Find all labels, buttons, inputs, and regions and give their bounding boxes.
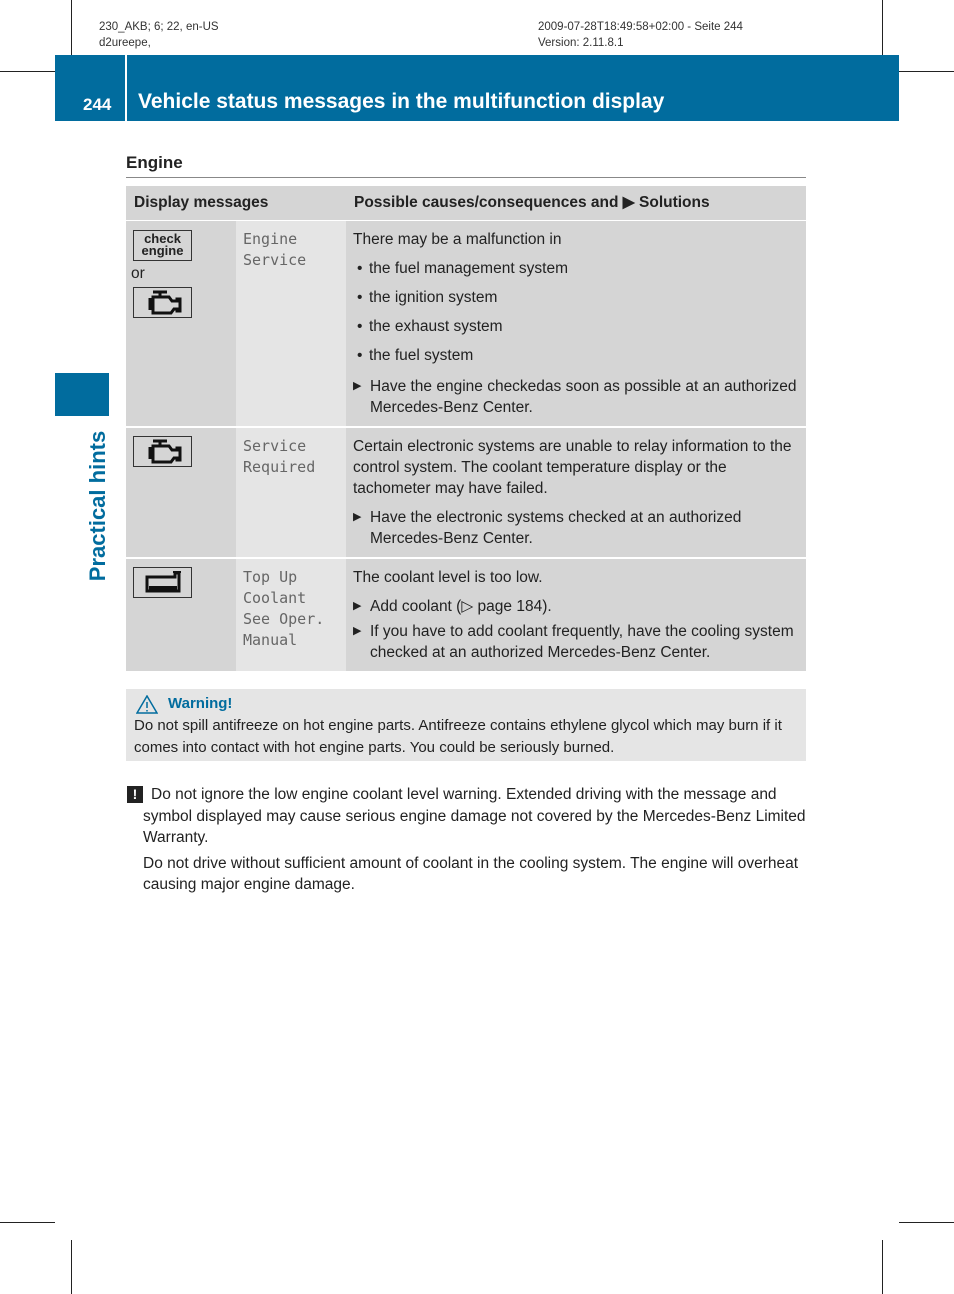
cause-cell: The coolant level is too low. Add coolan… [346,557,806,671]
solution-item: If you have to add coolant frequently, h… [353,621,799,663]
cause-text: The coolant level is too low. [353,568,543,586]
crop-mark [71,0,72,55]
note-paragraph: ! Do not ignore the low engine coolant le… [126,784,816,849]
cause-text: There may be a malfunction in [353,230,562,248]
note-text: Do not ignore the low engine coolant lev… [143,786,806,846]
or-label: or [131,264,145,282]
cause-text: Certain electronic systems are unable to… [353,437,792,497]
bullet-item: the ignition system [353,287,799,308]
cause-cell: There may be a malfunction in the fuel m… [346,220,806,428]
side-tab-label: Practical hints [85,430,110,582]
crop-mark [882,1240,883,1294]
print-meta-left: 230_AKB; 6; 22, en-US d2ureepe, [99,19,219,51]
note-paragraph: Do not drive without sufficient amount o… [143,854,799,894]
meta-line: Version: 2.11.8.1 [538,37,624,49]
message-line: Service [243,250,307,269]
message-line: Service [243,436,307,455]
page-number: 244 [83,95,112,114]
message-cell: Engine Service [236,220,346,428]
warning-heading: Warning! [134,693,798,715]
messages-table: Display messages Possible causes/consequ… [126,186,806,671]
warning-box: Warning! Do not spill antifreeze on hot … [126,689,806,761]
bullet-item: the fuel management system [353,258,799,279]
table-row: check engine or Engine Service There may … [126,220,806,428]
table-row: Service Required Certain electronic syste… [126,426,806,559]
table-header: Display messages Possible causes/consequ… [126,186,806,221]
crop-mark [882,0,883,55]
print-meta-right: 2009-07-28T18:49:58+02:00 - Seite 244 Ve… [538,19,743,51]
message-line: Coolant [243,588,307,607]
crop-mark [0,1222,55,1223]
message-line: Manual [243,630,298,649]
icon-cell [126,426,236,559]
crop-mark [899,1222,954,1223]
message-line: Required [243,457,316,476]
cause-cell: Certain electronic systems are unable to… [346,426,806,559]
check-engine-icon: check engine [133,229,192,261]
meta-line: d2ureepe, [99,37,151,49]
exclamation-icon: ! [127,786,143,803]
crop-mark [0,71,55,72]
warning-triangle-icon [136,694,158,714]
bullet-item: the exhaust system [353,316,799,337]
note-block: ! Do not ignore the low engine coolant le… [126,784,816,896]
col-header: Display messages [126,186,346,221]
page-title: Vehicle status messages in the multifunc… [138,90,665,113]
engine-icon [133,286,192,318]
message-cell: Service Required [236,426,346,559]
message-line: See Oper. [243,609,325,628]
meta-line: 230_AKB; 6; 22, en-US [99,21,219,33]
crop-mark [71,1240,72,1294]
icon-cell: check engine or [126,220,236,428]
header-band: 244 Vehicle status messages in the multi… [55,55,899,121]
crop-mark [899,71,954,72]
solution-item: Add coolant (▷ page 184). [353,596,799,617]
solution-item: Have the engine checkedas soon as possib… [353,376,799,418]
message-cell: Top Up Coolant See Oper. Manual [236,557,346,671]
warning-text: Do not spill antifreeze on hot engine pa… [134,717,782,756]
table-row: Top Up Coolant See Oper. Manual The cool… [126,557,806,671]
warning-title: Warning! [168,695,233,712]
engine-icon [133,435,192,467]
divider [125,55,127,121]
section-title: Engine [126,153,806,178]
icon-cell [126,557,236,671]
message-line: Top Up [243,567,298,586]
coolant-icon [133,566,192,598]
col-header: Possible causes/consequences and ▶ Solut… [346,186,806,221]
meta-line: 2009-07-28T18:49:58+02:00 - Seite 244 [538,21,743,33]
solution-item: Have the electronic systems checked at a… [353,507,799,549]
icon-text: check engine [141,231,184,258]
side-tab [55,373,109,416]
bullet-item: the fuel system [353,345,799,366]
message-line: Engine [243,229,298,248]
